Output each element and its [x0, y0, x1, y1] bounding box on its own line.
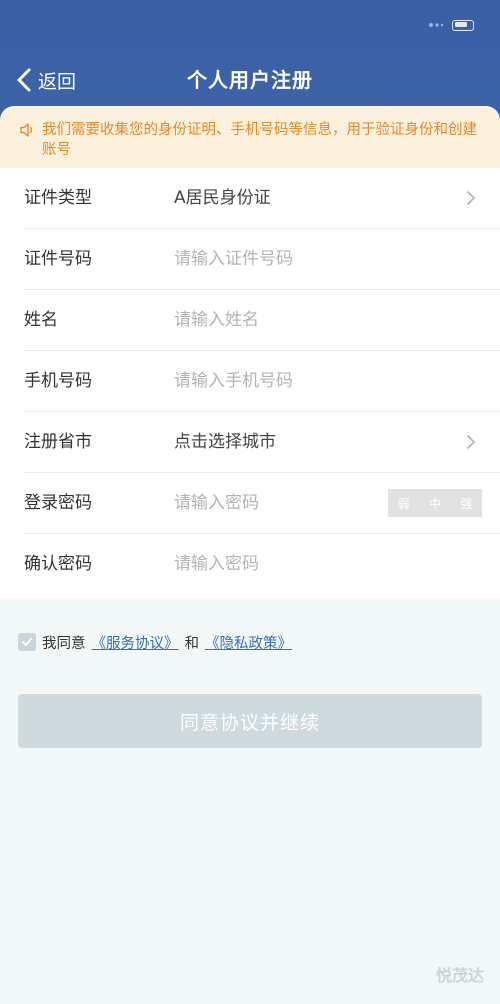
speaker-icon [20, 123, 33, 137]
page-title: 个人用户注册 [187, 68, 313, 92]
battery-icon [452, 19, 474, 31]
confirm-password-label: 确认密码 [24, 554, 92, 574]
city-select[interactable]: 点击选择城市 [174, 412, 276, 473]
confirm-password-input[interactable]: 请输入密码 [174, 534, 259, 595]
notice-text: 我们需要收集您的身份证明、手机号码等信息，用于验证身份和创建账号 [42, 122, 477, 158]
strength-medium: 中 [428, 496, 441, 511]
status-bar [0, 0, 500, 48]
name-row: 姓名 请输入姓名 [24, 290, 500, 351]
status-icons [428, 18, 474, 32]
city-label: 注册省市 [24, 432, 92, 452]
id-number-row: 证件号码 请输入证件号码 [24, 229, 500, 290]
phone-input[interactable]: 请输入手机号码 [174, 351, 293, 412]
signal-icon [429, 23, 444, 27]
privacy-policy-link[interactable]: 《隐私政策》 [205, 632, 292, 653]
strength-weak: 弱 [397, 496, 410, 511]
city-row[interactable]: 注册省市 点击选择城市 [24, 412, 500, 473]
password-input[interactable]: 请输入密码 [174, 473, 259, 534]
agree-continue-button[interactable]: 同意协议并继续 [18, 694, 482, 748]
phone-row: 手机号码 请输入手机号码 [24, 351, 500, 412]
agree-prefix: 我同意 [42, 635, 86, 652]
service-agreement-link[interactable]: 《服务协议》 [92, 632, 179, 653]
strength-strong: 强 [460, 496, 473, 511]
id-type-row[interactable]: 证件类型 A居民身份证 [24, 168, 500, 229]
registration-form: 证件类型 A居民身份证 证件号码 请输入证件号码 姓名 请输入姓名 手机号码 请… [0, 168, 500, 598]
password-row: 登录密码 请输入密码 弱 中 强 [24, 473, 500, 534]
id-number-input[interactable]: 请输入证件号码 [174, 229, 293, 290]
info-notice: 我们需要收集您的身份证明、手机号码等信息，用于验证身份和创建账号 [0, 106, 500, 168]
chevron-right-icon [467, 191, 475, 205]
name-label: 姓名 [24, 310, 58, 330]
confirm-password-row: 确认密码 请输入密码 [24, 534, 500, 595]
name-input[interactable]: 请输入姓名 [174, 290, 259, 351]
id-number-label: 证件号码 [24, 249, 92, 269]
password-strength-meter: 弱 中 强 [388, 489, 482, 517]
agree-and: 和 [184, 635, 200, 652]
id-type-select[interactable]: A居民身份证 [174, 168, 271, 229]
password-label: 登录密码 [24, 493, 92, 513]
check-icon [22, 638, 32, 646]
app-header: 返回 个人用户注册 [0, 0, 500, 122]
phone-label: 手机号码 [24, 371, 92, 391]
agreement-row: 我同意 《服务协议》 和 《隐私政策》 [18, 631, 298, 653]
watermark: 悦茂达 [435, 966, 484, 985]
agree-checkbox[interactable] [18, 633, 36, 651]
id-type-label: 证件类型 [24, 188, 92, 208]
chevron-right-icon [467, 435, 475, 449]
